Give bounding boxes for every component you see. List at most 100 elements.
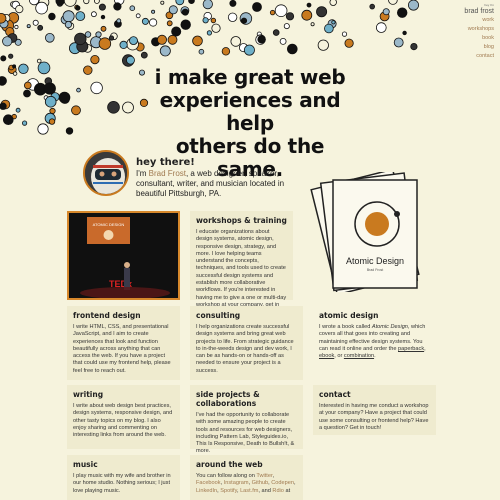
decorative-dot — [369, 3, 376, 10]
decorative-dot — [243, 44, 255, 56]
decorative-dot — [44, 95, 57, 108]
decorative-dot — [37, 24, 44, 31]
atomic-text-a: I wrote a book called — [319, 324, 372, 330]
card-atomic-title: atomic design — [319, 311, 379, 320]
link-rdio[interactable]: Rdio — [272, 488, 284, 494]
nav-item-contact[interactable]: contact — [464, 52, 494, 61]
decorative-dot — [167, 34, 178, 45]
decorative-dot — [63, 0, 77, 7]
decorative-dot — [301, 9, 313, 21]
card-frontend: frontend design I write HTML, CSS, and p… — [67, 306, 180, 380]
decorative-dot — [94, 0, 100, 4]
avatar — [83, 150, 129, 196]
decorative-dot — [192, 35, 203, 47]
card-contact-title: contact — [319, 390, 351, 399]
decorative-dot — [230, 36, 242, 47]
decorative-dot — [344, 38, 354, 48]
decorative-dot — [14, 24, 19, 30]
card-frontend-title: frontend design — [73, 311, 141, 320]
decorative-dot — [306, 2, 312, 8]
nav-author-link[interactable]: brad frost — [464, 7, 494, 16]
decorative-dot — [3, 114, 14, 125]
hero-line-1: i make great web — [154, 65, 346, 89]
decorative-dot — [229, 0, 237, 7]
decorative-dot — [91, 11, 97, 18]
nav-item-work[interactable]: work — [464, 16, 494, 25]
decorative-dot — [160, 0, 165, 5]
decorative-dot — [8, 53, 14, 59]
card-contact: contact Interested in having me conduct … — [313, 385, 436, 435]
decorative-dot — [388, 0, 398, 5]
decorative-dot — [375, 22, 387, 33]
decorative-dot — [64, 20, 73, 29]
decorative-dot — [107, 101, 120, 114]
link-twitter[interactable]: Twitter — [256, 473, 272, 479]
around-end: at — [283, 487, 291, 494]
intro-text: I'm Brad Frost, a web designer, speaker,… — [136, 169, 306, 199]
decorative-dot — [98, 3, 106, 11]
atomic-sep-1: , — [424, 345, 426, 352]
decorative-dot — [62, 10, 75, 23]
decorative-dot — [37, 123, 49, 135]
ebook-link[interactable]: ebook — [319, 353, 334, 359]
decorative-dot — [116, 18, 122, 24]
hero-line-2: experiences and help — [159, 88, 341, 135]
atomic-end: . — [374, 353, 376, 360]
decorative-dot — [159, 45, 171, 57]
card-workshops-title: workshops & training — [196, 216, 287, 225]
decorative-dot — [26, 24, 31, 29]
card-consulting: consulting I help organizations create s… — [190, 306, 303, 380]
decorative-dot — [274, 4, 288, 17]
decorative-dot — [221, 47, 231, 56]
card-consulting-body: I help organizations create successful d… — [196, 324, 294, 374]
decorative-dot — [206, 30, 212, 36]
link-codepen[interactable]: Codepen — [271, 480, 294, 486]
link-facebook[interactable]: Facebook — [196, 480, 221, 486]
decorative-dot — [84, 31, 92, 38]
decorative-dot — [37, 61, 51, 75]
card-consulting-title: consulting — [196, 311, 241, 320]
link-lastfm[interactable]: Last.fm — [240, 488, 258, 494]
nav-item-blog[interactable]: blog — [464, 43, 494, 52]
decorative-dot — [202, 0, 213, 10]
decorative-dot — [90, 54, 100, 65]
decorative-dot — [240, 17, 248, 24]
nav-item-book[interactable]: book — [464, 34, 494, 43]
decorative-dot — [48, 118, 56, 125]
photo-screen-text: ATOMIC DESIGN — [93, 222, 125, 227]
link-instagram[interactable]: Instagram — [224, 480, 249, 486]
atomic-design-book-illustration: Atomic Design Brad Frost — [310, 172, 420, 292]
decorative-dot — [108, 35, 115, 41]
decorative-dot — [269, 9, 276, 16]
decorative-dot — [211, 23, 221, 33]
decorative-dot — [2, 36, 13, 47]
nav-item-workshops[interactable]: workshops — [464, 25, 494, 34]
decorative-dot — [58, 91, 71, 104]
card-side-body: I've had the opportunity to collaborate … — [196, 412, 295, 455]
link-github[interactable]: Github — [252, 480, 268, 486]
combination-link[interactable]: combination — [344, 353, 374, 359]
card-side-projects: side projects & collaborations I've had … — [190, 385, 303, 454]
decorative-dot — [181, 8, 189, 16]
decorative-dot — [402, 30, 407, 36]
decorative-dot — [317, 39, 329, 51]
link-spotify[interactable]: Spotify — [220, 488, 237, 494]
intro-name-link[interactable]: Brad Frost — [149, 169, 186, 178]
card-around-body: You can follow along on Twitter, Faceboo… — [196, 473, 296, 494]
atomic-book-link[interactable]: Atomic Design — [372, 324, 408, 330]
link-linkedin[interactable]: LinkedIn — [196, 488, 217, 494]
decorative-dot — [18, 63, 29, 75]
intro-title: hey there! — [136, 157, 195, 168]
decorative-dot — [74, 32, 87, 46]
decorative-dot — [75, 11, 86, 22]
card-writing: writing I write about web design best pr… — [67, 385, 180, 449]
intro-prefix: I'm — [136, 169, 149, 178]
decorative-dot — [331, 20, 336, 25]
decorative-dot — [324, 23, 334, 34]
decorative-dot — [0, 102, 7, 110]
decorative-dot — [126, 55, 135, 65]
paperback-link[interactable]: paperback — [398, 346, 424, 352]
talk-photo: ATOMIC DESIGN TEDx — [67, 211, 180, 300]
card-writing-title: writing — [73, 390, 104, 399]
decorative-dot — [382, 8, 390, 16]
